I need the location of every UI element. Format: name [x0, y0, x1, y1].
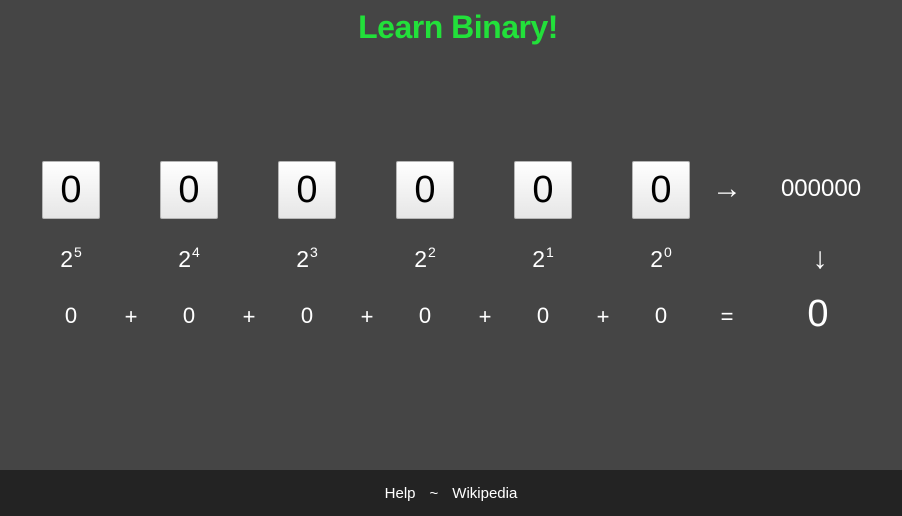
term-value-2-2: 0: [418, 303, 432, 328]
place-value-2-1: 21: [532, 244, 554, 272]
plus-sign: +: [242, 304, 256, 329]
help-link[interactable]: Help: [385, 485, 416, 502]
down-arrow-icon: ↓: [812, 242, 828, 275]
place-value-2-4: 24: [178, 244, 200, 272]
term-value-2-0: 0: [654, 303, 668, 328]
page-title: Learn Binary!: [358, 9, 558, 45]
term-value-2-3: 0: [300, 303, 314, 328]
wikipedia-link[interactable]: Wikipedia: [452, 485, 517, 502]
bit-button-2-0[interactable]: 0: [632, 161, 690, 219]
place-value-2-5: 25: [60, 244, 82, 272]
place-value-2-0: 20: [650, 244, 672, 272]
bit-button-2-5[interactable]: 0: [42, 161, 100, 219]
plus-sign: +: [596, 304, 610, 329]
term-value-2-5: 0: [64, 303, 78, 328]
term-value-2-4: 0: [182, 303, 196, 328]
footer-separator: ~: [429, 484, 439, 502]
footer: Help ~ Wikipedia: [0, 470, 902, 516]
bit-button-2-2[interactable]: 0: [396, 161, 454, 219]
equals-sign: =: [720, 304, 734, 329]
place-value-2-3: 23: [296, 244, 318, 272]
decimal-total: 0: [807, 293, 829, 335]
right-arrow-icon: →: [712, 172, 742, 205]
bit-button-2-4[interactable]: 0: [160, 161, 218, 219]
bit-button-2-3[interactable]: 0: [278, 161, 336, 219]
term-value-2-1: 0: [536, 303, 550, 328]
binary-string-readout: 000000: [780, 175, 862, 202]
plus-sign: +: [124, 304, 138, 329]
plus-sign: +: [360, 304, 374, 329]
place-value-2-2: 22: [414, 244, 436, 272]
plus-sign: +: [478, 304, 492, 329]
bit-button-2-1[interactable]: 0: [514, 161, 572, 219]
